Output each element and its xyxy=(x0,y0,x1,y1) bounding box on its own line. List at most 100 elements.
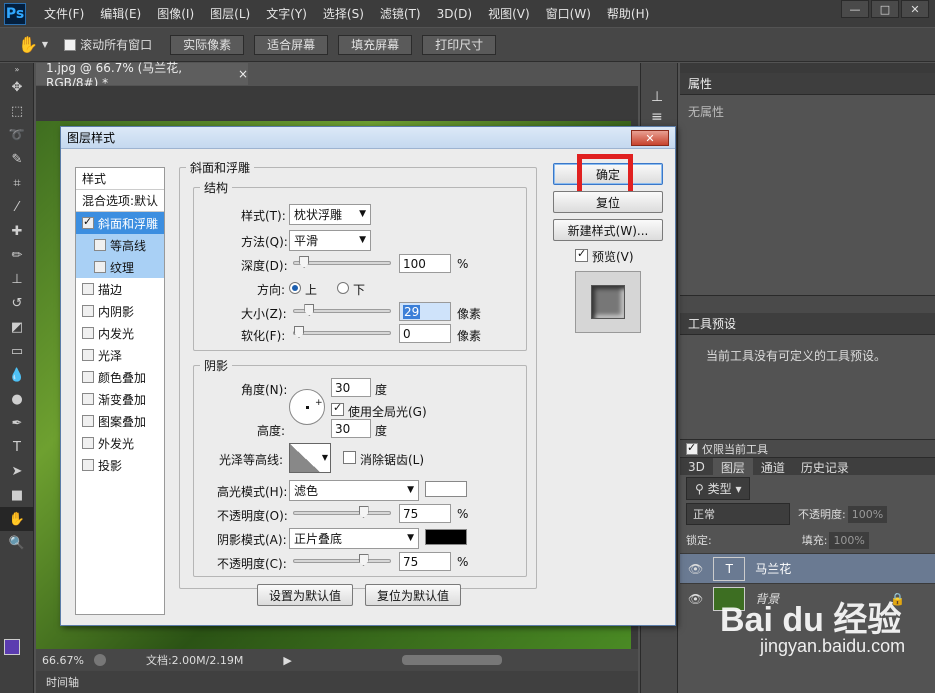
document-tab[interactable]: 1.jpg @ 66.7% (马兰花, RGB/8#) * × xyxy=(36,61,248,90)
eraser-tool-icon[interactable]: ◩ xyxy=(0,315,34,339)
tab-channels[interactable]: 通道 xyxy=(753,458,793,476)
tab-3d[interactable]: 3D xyxy=(680,458,713,476)
preview-checkbox[interactable] xyxy=(575,247,588,262)
eye-icon[interactable]: 👁 xyxy=(688,562,703,576)
minimize-button[interactable]: — xyxy=(841,0,869,18)
style-item-outer-glow[interactable]: 外发光 xyxy=(76,432,164,454)
checkbox-icon[interactable] xyxy=(94,261,106,273)
menu-filter[interactable]: 滤镜(T) xyxy=(372,5,429,22)
checkbox-icon[interactable] xyxy=(64,38,77,51)
maximize-button[interactable]: □ xyxy=(871,0,899,18)
history-brush-icon[interactable]: ↺ xyxy=(0,291,34,315)
status-icon[interactable] xyxy=(93,654,106,666)
brush-tool-icon[interactable]: ✏ xyxy=(0,243,34,267)
menu-3d[interactable]: 3D(D) xyxy=(429,7,480,21)
healing-brush-icon[interactable]: ✚ xyxy=(0,219,34,243)
dodge-tool-icon[interactable]: ● xyxy=(0,387,34,411)
style-item-inner-glow[interactable]: 内发光 xyxy=(76,322,164,344)
close-tab-icon[interactable]: × xyxy=(238,67,248,81)
eyedropper-icon[interactable]: ⁄ xyxy=(0,195,34,219)
actual-pixels-button[interactable]: 实际像素 xyxy=(170,34,245,55)
dialog-close-button[interactable]: ✕ xyxy=(631,130,669,146)
current-tool-only-checkbox[interactable] xyxy=(686,441,698,455)
fit-screen-button[interactable]: 适合屏幕 xyxy=(254,34,329,55)
hand-tool-icon[interactable]: ✋ xyxy=(0,507,34,531)
gloss-contour-picker[interactable]: ▼ xyxy=(289,443,331,473)
checkbox-icon[interactable] xyxy=(82,437,94,449)
shadow-mode-select[interactable]: 正片叠底 ▼ xyxy=(289,528,419,549)
direction-up-radio[interactable] xyxy=(289,282,301,294)
new-style-button[interactable]: 新建样式(W)... xyxy=(553,219,663,241)
play-icon[interactable]: ▶ xyxy=(283,654,291,667)
blur-tool-icon[interactable]: 💧 xyxy=(0,363,34,387)
menu-window[interactable]: 窗口(W) xyxy=(538,5,599,22)
layer-name[interactable]: 马兰花 xyxy=(755,560,791,577)
scroll-all-checkbox[interactable]: 滚动所有窗口 xyxy=(64,36,152,53)
quick-select-icon[interactable]: ✎ xyxy=(0,147,34,171)
crop-tool-icon[interactable]: ⌗ xyxy=(0,171,34,195)
stamp-icon[interactable]: ⊥ xyxy=(651,89,677,105)
highlight-mode-select[interactable]: 滤色 ▼ xyxy=(289,480,419,501)
menu-view[interactable]: 视图(V) xyxy=(480,5,538,22)
tool-presets-title[interactable]: 工具预设 xyxy=(680,313,935,335)
direction-down-radio[interactable] xyxy=(337,282,349,294)
lasso-tool-icon[interactable]: ➰ xyxy=(0,123,34,147)
menu-type[interactable]: 文字(Y) xyxy=(258,5,315,22)
size-slider[interactable] xyxy=(293,304,391,316)
move-tool-icon[interactable]: ✥ xyxy=(0,75,34,99)
checkbox-icon[interactable] xyxy=(82,327,94,339)
checkbox-icon[interactable] xyxy=(82,215,94,229)
style-item-color-overlay[interactable]: 颜色叠加 xyxy=(76,366,164,388)
menu-edit[interactable]: 编辑(E) xyxy=(92,5,149,22)
shadow-opacity-slider[interactable] xyxy=(293,554,391,566)
layer-filter-select[interactable]: ⚲ 类型 ▾ xyxy=(686,476,751,500)
shape-tool-icon[interactable]: ■ xyxy=(0,483,34,507)
shadow-opacity-field[interactable]: 75 xyxy=(399,552,451,571)
style-item-gradient-overlay[interactable]: 渐变叠加 xyxy=(76,388,164,410)
fill-screen-button[interactable]: 填充屏幕 xyxy=(338,34,413,55)
close-button[interactable]: ✕ xyxy=(901,0,929,18)
highlight-color-swatch[interactable] xyxy=(425,481,467,497)
make-default-button[interactable]: 设置为默认值 xyxy=(257,584,353,606)
checkbox-icon[interactable] xyxy=(82,349,94,361)
blend-mode-select[interactable]: 正常 xyxy=(686,503,790,525)
bevel-style-select[interactable]: 枕状浮雕 ▼ xyxy=(289,204,371,225)
hand-icon[interactable]: ✋ xyxy=(18,35,38,54)
marquee-tool-icon[interactable]: ⬚ xyxy=(0,99,34,123)
style-item-inner-shadow[interactable]: 内阴影 xyxy=(76,300,164,322)
depth-slider[interactable] xyxy=(293,256,391,268)
angle-dial[interactable]: + xyxy=(289,389,325,425)
tab-history[interactable]: 历史记录 xyxy=(793,458,857,476)
chevron-down-icon[interactable]: ▼ xyxy=(42,40,48,49)
properties-title[interactable]: 属性 xyxy=(680,73,935,95)
style-item-texture[interactable]: 纹理 xyxy=(76,256,164,278)
size-field[interactable]: 29 xyxy=(399,302,451,321)
highlight-opacity-field[interactable]: 75 xyxy=(399,504,451,523)
doc-info[interactable]: 文档:2.00M/2.19M xyxy=(146,652,243,668)
soften-slider[interactable] xyxy=(293,326,391,338)
depth-field[interactable]: 100 xyxy=(399,254,451,273)
style-item-pattern-overlay[interactable]: 图案叠加 xyxy=(76,410,164,432)
angle-field[interactable]: 30 xyxy=(331,378,371,397)
menu-layer[interactable]: 图层(L) xyxy=(202,5,258,22)
menu-select[interactable]: 选择(S) xyxy=(315,5,372,22)
pen-tool-icon[interactable]: ✒ xyxy=(0,411,34,435)
layers-icon[interactable]: ≡ xyxy=(651,109,677,125)
path-select-icon[interactable]: ➤ xyxy=(0,459,34,483)
anti-alias-checkbox[interactable] xyxy=(343,451,356,464)
menu-help[interactable]: 帮助(H) xyxy=(599,5,657,22)
checkbox-icon[interactable] xyxy=(94,239,106,251)
menu-image[interactable]: 图像(I) xyxy=(149,5,202,22)
shadow-color-swatch[interactable] xyxy=(425,529,467,545)
reset-button[interactable]: 复位 xyxy=(553,191,663,213)
styles-header[interactable]: 样式 xyxy=(76,168,164,190)
style-item-stroke[interactable]: 描边 xyxy=(76,278,164,300)
style-item-drop-shadow[interactable]: 投影 xyxy=(76,454,164,476)
global-light-checkbox[interactable] xyxy=(331,401,344,416)
type-tool-icon[interactable]: T xyxy=(0,435,34,459)
checkbox-icon[interactable] xyxy=(82,371,94,383)
layer-row-text[interactable]: 👁 T 马兰花 xyxy=(680,553,935,583)
tab-layers[interactable]: 图层 xyxy=(712,458,753,476)
checkbox-icon[interactable] xyxy=(82,459,94,471)
collapse-icon[interactable]: » xyxy=(0,63,34,75)
